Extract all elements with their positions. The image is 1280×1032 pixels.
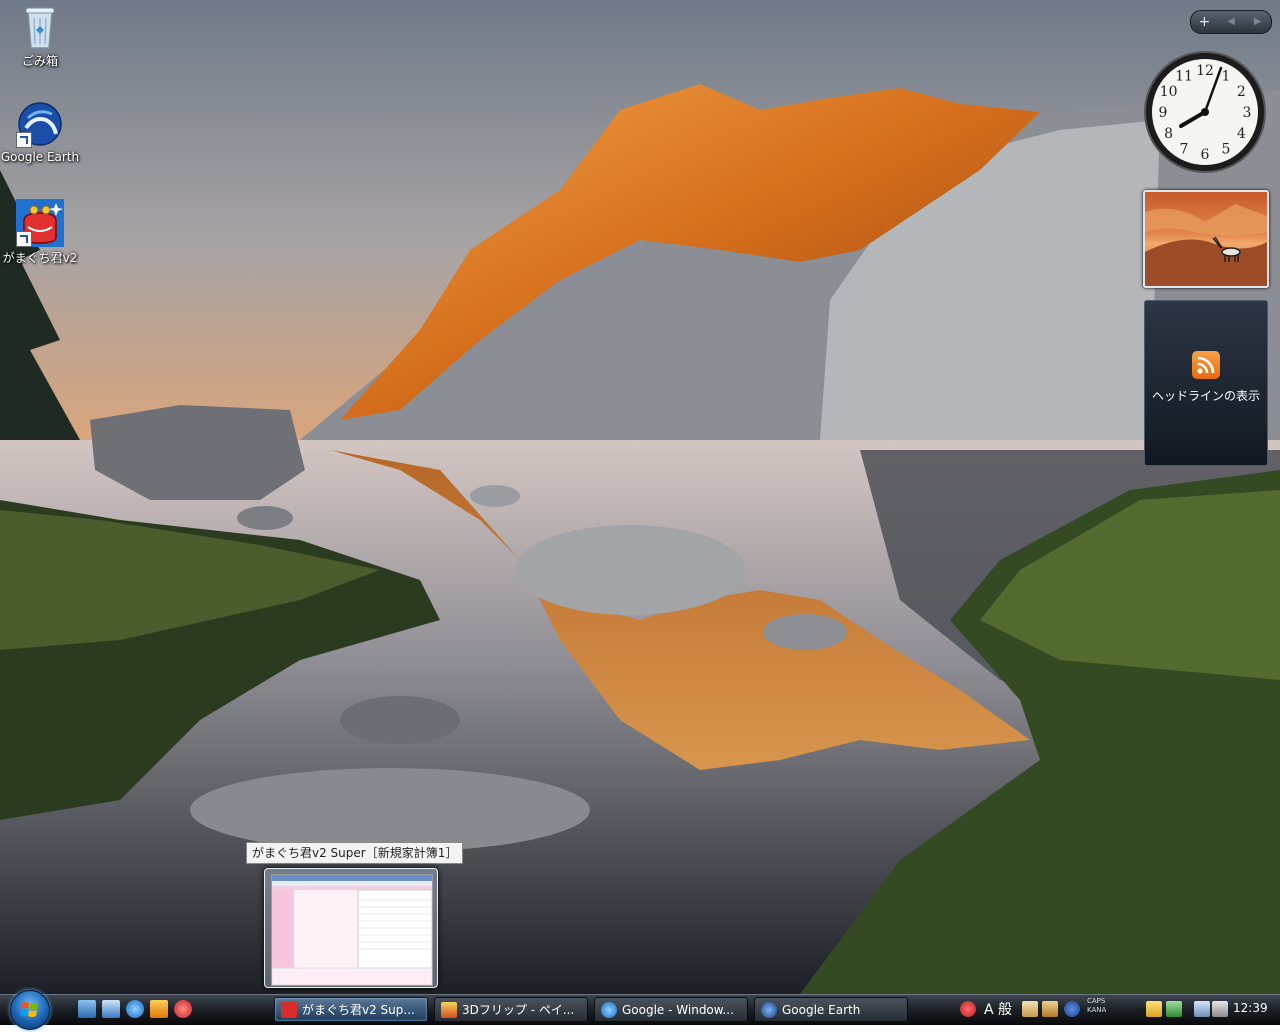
gamaguchi-purse-icon: [16, 199, 64, 247]
taskbar-button-paint[interactable]: 3Dフリップ - ペイ...: [434, 997, 588, 1022]
windows-logo-icon: [20, 1002, 38, 1017]
slideshow-image-desert-oryx: [1145, 204, 1267, 286]
clock-numeral: 4: [1237, 126, 1246, 142]
ime-dictionary-icon[interactable]: [1022, 1001, 1038, 1017]
sidebar-controls: + ◀ ▶: [1190, 10, 1272, 34]
start-button[interactable]: [10, 990, 50, 1030]
clock-numeral: 10: [1160, 84, 1178, 100]
rss-feed-icon: [1192, 351, 1220, 379]
taskbar-button-gamaguchi[interactable]: がまぐち君v2 Sup...: [274, 997, 428, 1022]
taskbar-button-label: Google - Window...: [622, 1002, 734, 1017]
paint-icon: [441, 1001, 457, 1018]
shortcut-arrow-icon: [16, 132, 32, 148]
show-desktop-icon[interactable]: [78, 1000, 96, 1018]
internet-explorer-icon: [601, 1001, 617, 1018]
taskbar-button-label: Google Earth: [782, 1002, 861, 1017]
clock-gadget[interactable]: 12 1 2 3 4 5 6 7 8 9 10 11: [1143, 50, 1267, 174]
desktop-icon-google-earth[interactable]: Google Earth: [0, 100, 80, 164]
google-earth-icon: [16, 100, 64, 148]
feed-headlines-gadget[interactable]: ヘッドラインの表示: [1144, 300, 1268, 466]
feed-gadget-label[interactable]: ヘッドラインの表示: [1145, 387, 1267, 404]
clock-numeral: 8: [1164, 126, 1173, 142]
clock-numeral: 5: [1222, 141, 1231, 157]
taskbar: がまぐち君v2 Sup... 3Dフリップ - ペイ... Google - W…: [0, 990, 1280, 1030]
taskbar-button-ie-google[interactable]: Google - Window...: [594, 997, 748, 1022]
desktop-icon-gamaguchi[interactable]: がまぐち君v2: [0, 199, 80, 266]
switch-windows-icon[interactable]: [102, 1000, 120, 1018]
wallpaper-scene: [0, 0, 1280, 994]
google-earth-icon: [761, 1001, 777, 1018]
desktop-wallpaper: [0, 0, 1280, 994]
desktop-icon-recycle-bin[interactable]: ごみ箱: [0, 2, 80, 69]
clock-numeral: 2: [1237, 84, 1246, 100]
clock-numeral: 12: [1196, 63, 1214, 79]
caps-kana-indicator: CAPS KANA: [1087, 997, 1106, 1015]
previous-gadget-page-button[interactable]: ◀: [1218, 12, 1245, 32]
taskbar-button-label: 3Dフリップ - ペイ...: [462, 1003, 575, 1017]
media-player-icon[interactable]: [150, 1000, 168, 1018]
security-shield-icon[interactable]: [1146, 1001, 1162, 1017]
next-gadget-page-button[interactable]: ▶: [1244, 12, 1271, 32]
clock-numeral: 11: [1175, 69, 1193, 85]
network-icon[interactable]: [1166, 1001, 1182, 1017]
add-gadget-button[interactable]: +: [1191, 12, 1218, 32]
recycle-bin-icon: [16, 2, 64, 50]
ime-mode-indicator[interactable]: A 般: [984, 999, 1012, 1019]
notification-icon[interactable]: [960, 1001, 976, 1017]
ime-tools-icon[interactable]: [1042, 1001, 1058, 1017]
analog-clock-face: 12 12 3 45678 9 1011: [1144, 51, 1266, 173]
clock-numeral: 9: [1159, 105, 1168, 121]
clock-numeral: 6: [1201, 147, 1210, 163]
taskbar-thumbnail-preview[interactable]: [264, 868, 438, 988]
gamaguchi-launch-icon[interactable]: [174, 1000, 192, 1018]
help-icon[interactable]: [1064, 1001, 1080, 1017]
desktop-icon-label: ごみ箱: [21, 54, 58, 68]
clock-numeral: 7: [1180, 141, 1189, 157]
taskbar-thumbnail-tooltip: がまぐち君v2 Super［新規家計簿1］: [246, 842, 464, 864]
clock-numeral: 3: [1243, 105, 1252, 121]
internet-explorer-icon[interactable]: [126, 1000, 144, 1018]
quick-launch-bar: [78, 1000, 192, 1018]
clock-numeral: 1: [1222, 69, 1231, 85]
shortcut-arrow-icon: [16, 231, 32, 247]
taskbar-button-google-earth[interactable]: Google Earth: [754, 997, 908, 1022]
thumbnail-window-image: [271, 874, 433, 986]
network-status-icon[interactable]: [1194, 1001, 1210, 1017]
taskbar-clock[interactable]: 12:39: [1233, 1001, 1268, 1015]
gamaguchi-purse-icon: [281, 1001, 297, 1018]
taskbar-button-label: がまぐち君v2 Sup...: [302, 1003, 415, 1017]
kana-label: KANA: [1087, 1006, 1107, 1014]
caps-label: CAPS: [1087, 997, 1106, 1005]
desktop-icon-label: Google Earth: [0, 150, 80, 164]
volume-muted-icon[interactable]: [1212, 1001, 1228, 1017]
system-tray: A 般 CAPS KANA 12:39: [950, 997, 1280, 1022]
slideshow-gadget[interactable]: [1143, 190, 1269, 288]
desktop-icon-label: がまぐち君v2: [2, 251, 78, 265]
